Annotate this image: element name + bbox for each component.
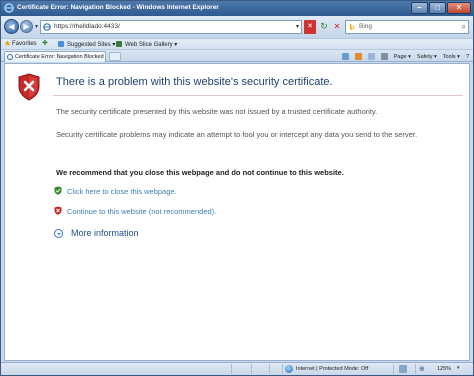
search-placeholder: Bing	[359, 23, 373, 30]
status-divider	[282, 364, 283, 374]
recommendation-text: We recommend that you close this webpage…	[56, 168, 344, 177]
favorites-button[interactable]: Favorites	[12, 41, 37, 47]
internet-zone-icon	[285, 365, 293, 373]
expand-circle-icon	[54, 229, 63, 238]
continue-to-website-link[interactable]: Continue to this website (not recommende…	[67, 207, 216, 216]
security-zone-text[interactable]: Internet | Protected Mode: Off	[296, 366, 368, 372]
web-slice-icon	[116, 41, 122, 47]
refresh-button[interactable]: ↻	[318, 20, 330, 34]
more-information-label: More information	[71, 228, 139, 238]
error-shield-icon	[18, 73, 40, 101]
browser-window: Certificate Error: Navigation Blocked - …	[0, 0, 474, 376]
search-input[interactable]: Bing ⌕	[345, 20, 469, 34]
tab-command-bar: Certificate Error: Navigation Blocked Pa…	[1, 49, 473, 62]
window-title: Certificate Error: Navigation Blocked - …	[17, 4, 219, 11]
status-bar: Internet | Protected Mode: Off ⊕ 125% ▾	[1, 362, 473, 375]
status-divider	[251, 364, 252, 374]
status-divider	[415, 364, 416, 374]
status-divider	[393, 364, 394, 374]
status-divider	[269, 364, 270, 374]
window-controls: – □ ✕	[411, 2, 471, 14]
print-icon[interactable]	[380, 53, 388, 60]
page-title: There is a problem with this website's s…	[56, 76, 333, 88]
feeds-icon[interactable]	[354, 53, 362, 60]
green-shield-icon	[54, 186, 62, 195]
address-url: https://rhelldlado:4433/	[54, 23, 120, 30]
search-icon[interactable]: ⌕	[462, 22, 466, 32]
status-divider	[231, 364, 232, 374]
address-toolbar: ◀ ▶ ▼ https://rhelldlado:4433/ ▾ ✕ ↻ ✕ B…	[1, 16, 473, 38]
recent-pages-dropdown-icon[interactable]: ▼	[34, 24, 39, 30]
help-menu[interactable]: ?	[466, 54, 469, 60]
page-content: There is a problem with this website's s…	[4, 63, 470, 361]
minimize-button[interactable]: –	[411, 2, 428, 14]
internet-explorer-icon	[4, 3, 14, 13]
page-menu[interactable]: Page ▾	[394, 54, 411, 60]
suggested-sites-icon	[58, 41, 64, 47]
zoom-dropdown-icon[interactable]: ▾	[457, 365, 460, 371]
forward-button[interactable]: ▶	[20, 20, 33, 33]
back-button[interactable]: ◀	[4, 19, 19, 34]
tab-certificate-error[interactable]: Certificate Error: Navigation Blocked	[4, 51, 106, 62]
tab-page-icon	[7, 54, 13, 60]
safety-menu[interactable]: Safety ▾	[417, 54, 437, 60]
zoom-icon[interactable]: ⊕	[419, 365, 425, 373]
bing-icon	[350, 24, 355, 30]
title-divider	[53, 95, 463, 96]
maximize-button[interactable]: □	[429, 2, 446, 14]
address-dropdown-icon[interactable]: ▾	[296, 23, 299, 30]
address-input[interactable]: https://rhelldlado:4433/ ▾	[40, 20, 302, 34]
fav-suggested-sites[interactable]: Suggested Sites ▾	[67, 41, 115, 48]
page-icon	[43, 23, 51, 31]
fav-web-slice-gallery[interactable]: Web Slice Gallery ▾	[125, 41, 177, 48]
certificate-explanation: The security certificate presented by th…	[56, 107, 378, 116]
mail-icon[interactable]	[367, 53, 375, 60]
tools-menu[interactable]: Tools ▾	[443, 54, 460, 60]
certificate-error-icon[interactable]: ✕	[304, 20, 316, 34]
favorites-bar: ★ Favorites ✚ Suggested Sites ▾ Web Slic…	[1, 38, 473, 49]
close-webpage-link[interactable]: Click here to close this webpage.	[67, 187, 177, 196]
red-shield-icon	[54, 206, 62, 215]
new-tab-button[interactable]	[109, 52, 121, 61]
favorites-star-icon[interactable]: ★	[4, 39, 11, 49]
command-bar: Page ▾ Safety ▾ Tools ▾ ?	[341, 52, 469, 61]
stop-button[interactable]: ✕	[331, 20, 343, 34]
tab-label: Certificate Error: Navigation Blocked	[15, 54, 104, 60]
protected-mode-icon[interactable]	[399, 365, 407, 373]
risk-explanation: Security certificate problems may indica…	[56, 130, 418, 139]
zoom-level[interactable]: 125%	[437, 366, 451, 372]
add-to-favorites-icon[interactable]: ✚	[42, 40, 50, 48]
title-bar[interactable]: Certificate Error: Navigation Blocked - …	[1, 1, 473, 16]
home-icon[interactable]	[341, 53, 349, 60]
close-window-button[interactable]: ✕	[447, 2, 471, 14]
